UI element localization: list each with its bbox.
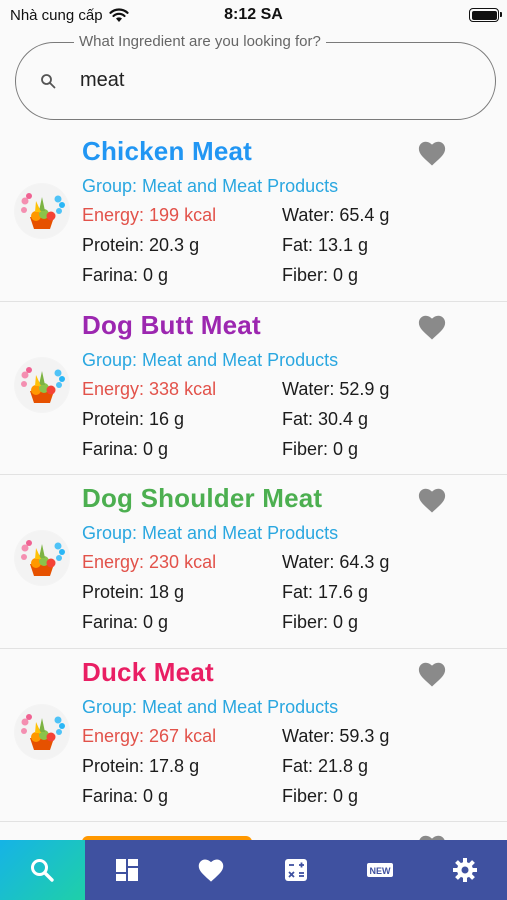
bottom-nav: NEW <box>0 840 507 900</box>
tab-dashboard[interactable] <box>85 840 170 900</box>
tab-calculator[interactable] <box>254 840 339 900</box>
energy-value: Energy: 338 kcal <box>82 378 217 399</box>
ingredient-name: Dog Shoulder Meat <box>82 483 323 513</box>
favorite-icon[interactable] <box>417 660 447 688</box>
protein-value: Protein: 18 g <box>82 582 185 602</box>
farina-value: Farina: 0 g <box>82 265 169 285</box>
food-icon <box>15 704 69 759</box>
search-field[interactable]: What Ingredient are you looking for? mea… <box>15 33 496 120</box>
search-icon <box>31 859 54 882</box>
ingredient-avatar <box>14 703 70 760</box>
list-item[interactable]: Dog Shoulder Meat Group: Meat and Meat Pr… <box>0 475 507 649</box>
water-value: Water: 52.9 g <box>282 378 390 399</box>
fat-value: Fat: 30.4 g <box>282 408 369 429</box>
svg-text:NEW: NEW <box>370 866 392 876</box>
ingredient-avatar <box>14 356 70 413</box>
tab-search[interactable] <box>0 840 85 900</box>
farina-value: Farina: 0 g <box>82 438 169 459</box>
ingredient-list[interactable]: Chicken Meat Group: Meat and Meat Product… <box>0 128 507 840</box>
energy-value: Energy: 267 kcal <box>82 725 217 746</box>
fiber-value: Fiber: 0 g <box>282 612 359 632</box>
heart-icon <box>199 859 224 882</box>
fat-value: Fat: 17.6 g <box>282 582 369 602</box>
ingredient-name: Duck Meat <box>82 656 214 687</box>
list-item[interactable]: Duck Meat Group: Meat and Meat Products En… <box>0 648 507 822</box>
favorite-icon[interactable] <box>417 833 447 840</box>
fat-value: Fat: 13.1 g <box>282 235 369 255</box>
ingredient-avatar <box>14 183 70 239</box>
food-icon <box>15 184 69 238</box>
fiber-value: Fiber: 0 g <box>282 265 359 285</box>
tab-gear[interactable] <box>423 840 507 900</box>
gear-icon <box>452 858 477 882</box>
water-value: Water: 65.4 g <box>282 205 390 225</box>
ingredient-name: Dog Butt Meat <box>82 309 261 340</box>
fat-value: Fat: 21.8 g <box>282 755 369 776</box>
search-icon <box>41 74 56 89</box>
ingredient-name: Chicken Meat <box>82 136 253 166</box>
status-bar: Nhà cung cấp 8:12 SA <box>0 0 507 34</box>
food-icon <box>15 357 69 412</box>
farina-value: Farina: 0 g <box>82 785 169 806</box>
list-item[interactable]: Chicken Meat Group: Meat and Meat Product… <box>0 128 507 302</box>
ingredient-group: Group: Meat and Meat Products <box>82 176 339 196</box>
search-label: What Ingredient are you looking for? <box>74 33 326 50</box>
search-input[interactable]: meat <box>80 69 124 92</box>
favorite-icon[interactable] <box>417 313 447 341</box>
list-item-partial[interactable] <box>0 822 507 840</box>
energy-value: Energy: 199 kcal <box>82 205 217 225</box>
tab-new-badge[interactable]: NEW <box>338 840 423 900</box>
water-value: Water: 59.3 g <box>282 725 390 746</box>
energy-value: Energy: 230 kcal <box>82 552 217 572</box>
calculator-icon <box>284 859 307 881</box>
farina-value: Farina: 0 g <box>82 612 169 632</box>
new-badge-icon: NEW <box>367 863 394 877</box>
protein-value: Protein: 16 g <box>82 408 185 429</box>
fiber-value: Fiber: 0 g <box>282 438 359 459</box>
dashboard-icon <box>115 859 138 881</box>
list-item[interactable]: Dog Butt Meat Group: Meat and Meat Produc… <box>0 301 507 475</box>
favorite-icon[interactable] <box>417 486 447 514</box>
food-icon <box>15 531 69 585</box>
ingredient-group: Group: Meat and Meat Products <box>82 696 339 717</box>
ingredient-group: Group: Meat and Meat Products <box>82 349 339 370</box>
water-value: Water: 64.3 g <box>282 552 390 572</box>
protein-value: Protein: 17.8 g <box>82 755 200 776</box>
ingredient-avatar <box>14 530 70 586</box>
battery-icon <box>469 8 502 22</box>
tab-heart[interactable] <box>169 840 254 900</box>
fiber-value: Fiber: 0 g <box>282 785 359 806</box>
ingredient-group: Group: Meat and Meat Products <box>82 523 339 543</box>
clock: 8:12 SA <box>224 6 283 23</box>
protein-value: Protein: 20.3 g <box>82 235 200 255</box>
favorite-icon[interactable] <box>417 139 447 167</box>
